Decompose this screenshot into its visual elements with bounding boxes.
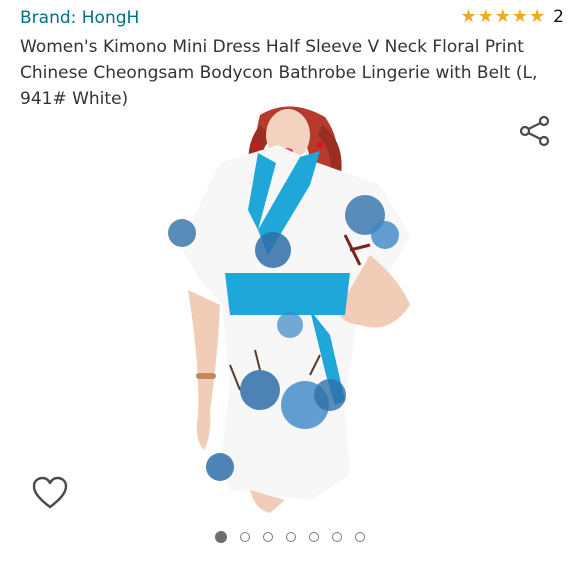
star-rating: ★ ★ ★ ★ ★ xyxy=(460,7,545,27)
star-icon: ★ xyxy=(529,6,546,27)
star-icon: ★ xyxy=(477,6,494,27)
carousel-dot[interactable] xyxy=(286,532,296,542)
share-icon[interactable] xyxy=(518,114,552,148)
carousel-dot[interactable] xyxy=(309,532,319,542)
star-icon: ★ xyxy=(494,6,511,27)
carousel-dot[interactable] xyxy=(240,532,250,542)
carousel-dot[interactable] xyxy=(355,532,365,542)
brand-link[interactable]: Brand: HongH xyxy=(20,8,139,28)
star-icon: ★ xyxy=(511,6,529,27)
carousel-dot[interactable] xyxy=(263,532,273,542)
star-icon: ★ xyxy=(460,6,477,27)
rating-count[interactable]: 2 xyxy=(553,7,564,27)
carousel-indicator xyxy=(0,531,580,543)
carousel-dot[interactable] xyxy=(332,532,342,542)
product-image[interactable] xyxy=(160,105,420,515)
rating[interactable]: ★ ★ ★ ★ ★ 2 xyxy=(460,7,564,28)
heart-icon[interactable] xyxy=(32,476,68,510)
product-title: Women's Kimono Mini Dress Half Sleeve V … xyxy=(20,37,538,109)
carousel-dot[interactable] xyxy=(215,531,227,543)
